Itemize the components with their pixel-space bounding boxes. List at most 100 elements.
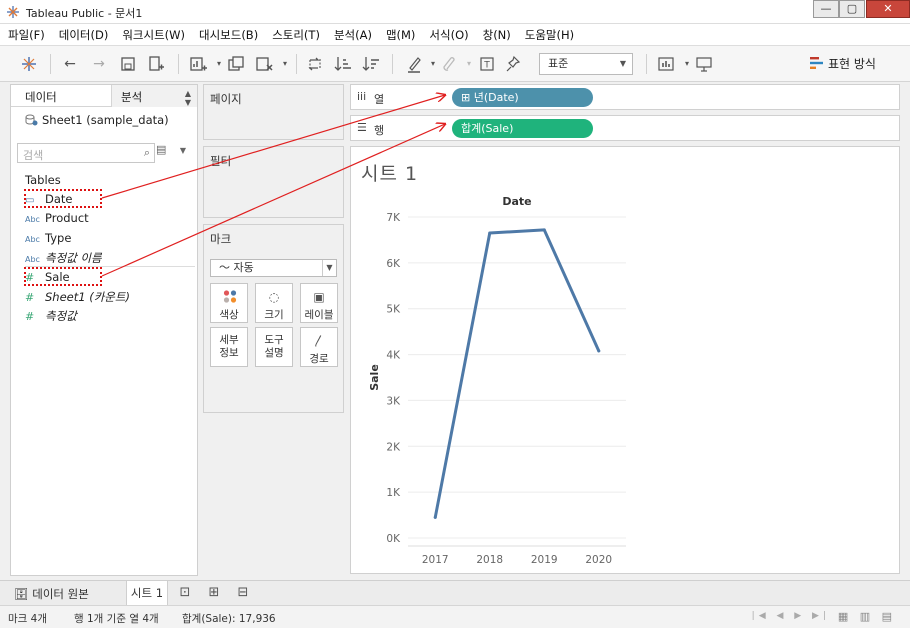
- presentation-icon[interactable]: [694, 54, 714, 74]
- redo-icon[interactable]: →: [89, 54, 109, 74]
- menu-data[interactable]: 데이터(D): [59, 27, 109, 43]
- data-pane: 데이터 분석 ▲ ▼ Sheet1 (sample_data) 검색 ⌕ ▤ ▼ …: [10, 84, 198, 576]
- label-icon[interactable]: T: [477, 54, 497, 74]
- duplicate-icon[interactable]: [226, 54, 246, 74]
- field-label: Product: [45, 211, 89, 225]
- search-icon: ⌕: [143, 146, 150, 159]
- color-button[interactable]: 색상: [210, 283, 248, 323]
- highlight-icon[interactable]: [404, 54, 424, 74]
- filters-card[interactable]: 필터: [203, 146, 344, 218]
- swap-icon[interactable]: [305, 54, 325, 74]
- status-bar: 마크 4개 행 1개 기준 열 4개 합계(Sale): 17,936 |◀ ◀…: [0, 605, 910, 628]
- filters-title: 필터: [210, 154, 232, 168]
- fit-select[interactable]: 표준 ▼: [539, 53, 633, 75]
- size-button[interactable]: ◌ 크기: [255, 283, 293, 323]
- menu-file[interactable]: 파일(F): [8, 27, 45, 43]
- field-label: 측정값 이름: [45, 251, 102, 265]
- field-measure-values[interactable]: # 측정값: [25, 308, 77, 326]
- status-marks: 마크 4개: [8, 613, 47, 625]
- tab-data[interactable]: 데이터: [25, 89, 57, 105]
- detail-button[interactable]: 세부 정보: [210, 327, 248, 367]
- field-label: Sheet1 (카운트): [45, 290, 130, 304]
- sheet-tab-active[interactable]: 시트 1: [126, 581, 168, 606]
- menu-map[interactable]: 맵(M): [386, 27, 415, 43]
- y-tick-label: 5K: [386, 304, 401, 316]
- columns-pill[interactable]: ⊞ 년(Date): [452, 88, 593, 107]
- clear-icon[interactable]: [254, 54, 274, 74]
- pages-title: 페이지: [210, 92, 242, 106]
- pages-card[interactable]: 페이지: [203, 84, 344, 140]
- caret-icon[interactable]: ▲ ▼: [185, 89, 191, 107]
- svg-text:T: T: [483, 61, 490, 71]
- data-pane-tabs: 데이터 분석 ▲ ▼: [11, 85, 197, 107]
- label-button[interactable]: ▣ 레이블: [300, 283, 338, 323]
- status-rows-cols: 행 1개 기준 열 4개: [74, 613, 159, 625]
- mark-type-select[interactable]: 〜 자동 ▼: [210, 259, 337, 277]
- menu-dashboard[interactable]: 대시보드(B): [199, 27, 258, 43]
- viz-area: 시트 1 Date 0K 1K 2K 3K 4K 5K 6K 7K 2017 2018 2019 202…: [350, 146, 900, 574]
- close-button[interactable]: ✕: [866, 0, 910, 18]
- datasource-tab[interactable]: 🗄 데이터 원본: [14, 586, 89, 602]
- menu-window[interactable]: 창(N): [483, 27, 511, 43]
- menu-format[interactable]: 서식(O): [429, 27, 468, 43]
- menu-analysis[interactable]: 분석(A): [334, 27, 372, 43]
- x-tick-label: 2019: [531, 554, 558, 566]
- new-datasource-icon[interactable]: [146, 54, 166, 74]
- menu-dropdown-icon[interactable]: ▼: [180, 146, 186, 155]
- x-tick-label: 2017: [422, 554, 449, 566]
- chart-header: Date: [502, 195, 531, 208]
- clear-dropdown-icon[interactable]: ▾: [275, 54, 295, 74]
- path-button[interactable]: 〳 경로: [300, 327, 338, 367]
- rows-shelf[interactable]: ☰ 행 합계(Sale): [350, 115, 900, 141]
- sort-descending-icon[interactable]: [361, 54, 381, 74]
- tooltip-button[interactable]: 도구 설명: [255, 327, 293, 367]
- new-dashboard-tab-icon[interactable]: ⊞: [206, 585, 222, 601]
- y-tick-label: 2K: [386, 441, 401, 453]
- label-icon: ▣: [313, 290, 325, 304]
- field-search-input[interactable]: 검색 ⌕: [17, 143, 155, 163]
- save-icon[interactable]: [118, 54, 138, 74]
- field-type[interactable]: Abc Type: [25, 231, 71, 249]
- tableau-logo-icon[interactable]: [19, 54, 39, 74]
- number-type-icon: #: [25, 310, 35, 323]
- tooltip-label: 도구 설명: [264, 334, 284, 359]
- y-tick-label: 3K: [386, 395, 401, 407]
- group-icon[interactable]: [440, 54, 460, 74]
- sheet-navigation-icons[interactable]: |◀ ◀ ▶ ▶|: [752, 611, 830, 621]
- rows-pill[interactable]: 합계(Sale): [452, 119, 593, 138]
- search-tools: ▤ ▼: [156, 143, 186, 156]
- undo-icon[interactable]: ←: [60, 54, 80, 74]
- columns-shelf[interactable]: iii 열 ⊞ 년(Date): [350, 84, 900, 110]
- maximize-button[interactable]: ▢: [839, 0, 865, 18]
- group-dropdown-icon[interactable]: ▾: [459, 54, 479, 74]
- marks-card: 마크 〜 자동 ▼ 색상 ◌ 크기 ▣ 레이블 세부 정보 도구 설명 〳 경로: [203, 224, 344, 413]
- new-story-tab-icon[interactable]: ⊟: [235, 585, 251, 601]
- menu-help[interactable]: 도움말(H): [525, 27, 574, 43]
- new-worksheet-icon[interactable]: [188, 54, 208, 74]
- minimize-button[interactable]: —: [813, 0, 839, 18]
- menu-worksheet[interactable]: 워크시트(W): [122, 27, 185, 43]
- show-me-label: 표현 방식: [828, 57, 876, 71]
- detail-label: 세부 정보: [219, 334, 239, 359]
- list-view-icon[interactable]: ▤: [156, 143, 166, 156]
- field-product[interactable]: Abc Product: [25, 211, 89, 229]
- rows-pill-label: 합계(Sale): [461, 122, 514, 135]
- menu-story[interactable]: 스토리(T): [272, 27, 320, 43]
- view-mode-icons[interactable]: ▦ ▥ ▤: [838, 610, 896, 623]
- sort-ascending-icon[interactable]: [333, 54, 353, 74]
- string-type-icon: Abc: [25, 215, 40, 224]
- path-icon: 〳: [312, 334, 325, 348]
- datasource-item[interactable]: Sheet1 (sample_data): [25, 113, 169, 127]
- new-worksheet-tab-icon[interactable]: ⊡: [177, 585, 193, 601]
- show-me-button[interactable]: 표현 방식: [810, 55, 876, 72]
- tab-analysis[interactable]: 분석: [121, 89, 142, 105]
- pin-icon[interactable]: [504, 54, 524, 74]
- path-label: 경로: [309, 353, 329, 365]
- title-bar: Tableau Public - 문서1 — ▢ ✕: [0, 0, 910, 24]
- y-tick-label: 7K: [386, 212, 401, 224]
- datasource-icon: [25, 114, 38, 126]
- status-sum: 합계(Sale): 17,936: [182, 613, 276, 625]
- data-point: [488, 231, 492, 235]
- chart-type-icon[interactable]: [656, 54, 676, 74]
- field-sheet1-count[interactable]: # Sheet1 (카운트): [25, 289, 130, 307]
